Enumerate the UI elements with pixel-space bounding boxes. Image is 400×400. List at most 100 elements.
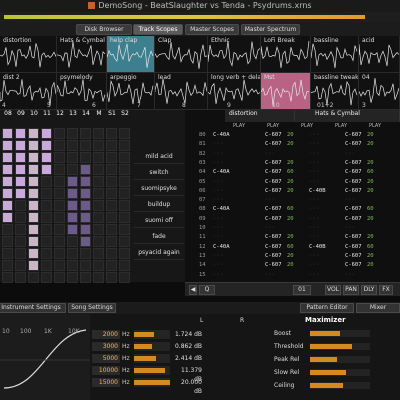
- pattern-name[interactable]: switch: [134, 166, 184, 180]
- eq-frequency[interactable]: 3000: [92, 342, 120, 351]
- matrix-slot[interactable]: [106, 176, 117, 187]
- note-cell[interactable]: C-607: [345, 234, 362, 241]
- matrix-slot[interactable]: [2, 272, 13, 283]
- note-cell[interactable]: ···: [265, 272, 275, 279]
- matrix-slot[interactable]: [15, 272, 26, 283]
- matrix-slot[interactable]: [15, 140, 26, 151]
- matrix-slot[interactable]: [54, 164, 65, 175]
- matrix-slot[interactable]: [2, 200, 13, 211]
- note-cell[interactable]: ···: [309, 141, 319, 148]
- matrix-slot[interactable]: [119, 272, 130, 283]
- matrix-slot[interactable]: [119, 188, 130, 199]
- maximizer-param-slider[interactable]: [310, 369, 370, 376]
- matrix-slot[interactable]: [67, 212, 78, 223]
- matrix-slot[interactable]: [93, 176, 104, 187]
- matrix-slot[interactable]: [2, 140, 13, 151]
- matrix-slot[interactable]: [67, 224, 78, 235]
- matrix-slot[interactable]: [106, 260, 117, 271]
- eq-gain-slider[interactable]: [134, 366, 170, 375]
- velocity-cell[interactable]: 20: [287, 141, 294, 148]
- velocity-cell[interactable]: 60: [367, 244, 374, 251]
- matrix-slot[interactable]: [2, 164, 13, 175]
- matrix-column-header[interactable]: 11: [41, 110, 53, 117]
- note-cell[interactable]: ···: [213, 272, 223, 279]
- note-cell[interactable]: C-607: [265, 244, 282, 251]
- eq-gain-slider[interactable]: [134, 354, 170, 363]
- matrix-slot[interactable]: [54, 272, 65, 283]
- matrix-slot[interactable]: [41, 272, 52, 283]
- matrix-slot[interactable]: [67, 164, 78, 175]
- matrix-slot[interactable]: [93, 140, 104, 151]
- note-cell[interactable]: ···: [213, 179, 223, 186]
- matrix-slot[interactable]: [67, 236, 78, 247]
- matrix-slot[interactable]: [28, 212, 39, 223]
- matrix-slot[interactable]: [2, 260, 13, 271]
- note-cell[interactable]: ···: [213, 225, 223, 232]
- maximizer-param-slider[interactable]: [310, 343, 370, 350]
- note-cell[interactable]: ···: [345, 197, 355, 204]
- matrix-column-header[interactable]: S2: [119, 110, 131, 117]
- tab-master-scopes[interactable]: Master Scopes: [185, 24, 239, 35]
- matrix-slot[interactable]: [67, 200, 78, 211]
- note-cell[interactable]: C-607: [345, 160, 362, 167]
- matrix-slot[interactable]: [106, 272, 117, 283]
- note-cell[interactable]: C-40B: [309, 188, 326, 195]
- note-cell[interactable]: C-607: [345, 253, 362, 260]
- note-cell[interactable]: C-607: [265, 132, 282, 139]
- matrix-slot[interactable]: [119, 152, 130, 163]
- matrix-slot[interactable]: [80, 164, 91, 175]
- note-cell[interactable]: C-40B: [309, 244, 326, 251]
- velocity-cell[interactable]: 20: [367, 234, 374, 241]
- matrix-slot[interactable]: [119, 248, 130, 259]
- matrix-slot[interactable]: [54, 188, 65, 199]
- position-field[interactable]: 01: [293, 285, 311, 295]
- note-cell[interactable]: C-607: [345, 179, 362, 186]
- note-cell[interactable]: ···: [213, 197, 223, 204]
- matrix-column-header[interactable]: 08: [2, 110, 14, 117]
- matrix-slot[interactable]: [15, 164, 26, 175]
- matrix-slot[interactable]: [41, 224, 52, 235]
- matrix-slot[interactable]: [2, 224, 13, 235]
- track-scope[interactable]: help clap: [107, 36, 155, 73]
- note-cell[interactable]: ···: [213, 141, 223, 148]
- matrix-slot[interactable]: [54, 260, 65, 271]
- matrix-slot[interactable]: [80, 140, 91, 151]
- fx-button[interactable]: FX: [379, 285, 393, 295]
- note-cell[interactable]: C-607: [265, 262, 282, 269]
- matrix-slot[interactable]: [2, 236, 13, 247]
- note-cell[interactable]: ···: [309, 151, 319, 158]
- matrix-slot[interactable]: [80, 248, 91, 259]
- note-cell[interactable]: ···: [309, 234, 319, 241]
- note-cell[interactable]: ···: [213, 188, 223, 195]
- pattern-name[interactable]: suomipsyke: [134, 182, 184, 196]
- matrix-slot[interactable]: [67, 152, 78, 163]
- matrix-slot[interactable]: [54, 236, 65, 247]
- note-cell[interactable]: C-607: [265, 160, 282, 167]
- matrix-slot[interactable]: [15, 188, 26, 199]
- note-cell[interactable]: ···: [213, 253, 223, 260]
- zoom-button[interactable]: Q: [199, 285, 215, 295]
- note-cell[interactable]: ···: [309, 197, 319, 204]
- matrix-slot[interactable]: [119, 236, 130, 247]
- track-scope[interactable]: LoFi Break: [261, 36, 311, 73]
- matrix-slot[interactable]: [54, 152, 65, 163]
- note-cell[interactable]: C-40A: [213, 206, 230, 213]
- play-label[interactable]: PLAY: [335, 123, 347, 129]
- note-cell[interactable]: C-607: [345, 188, 362, 195]
- matrix-slot[interactable]: [93, 248, 104, 259]
- play-label[interactable]: PLAY: [267, 123, 279, 129]
- track-scope[interactable]: Clap: [155, 36, 208, 73]
- matrix-slot[interactable]: [15, 224, 26, 235]
- note-cell[interactable]: C-607: [345, 141, 362, 148]
- matrix-slot[interactable]: [54, 200, 65, 211]
- velocity-cell[interactable]: 20: [367, 179, 374, 186]
- matrix-slot[interactable]: [80, 200, 91, 211]
- note-cell[interactable]: ···: [309, 160, 319, 167]
- matrix-slot[interactable]: [54, 176, 65, 187]
- matrix-slot[interactable]: [2, 212, 13, 223]
- matrix-slot[interactable]: [15, 152, 26, 163]
- note-cell[interactable]: C-607: [345, 169, 362, 176]
- eq-frequency[interactable]: 10000: [92, 366, 120, 375]
- matrix-slot[interactable]: [41, 152, 52, 163]
- matrix-slot[interactable]: [28, 248, 39, 259]
